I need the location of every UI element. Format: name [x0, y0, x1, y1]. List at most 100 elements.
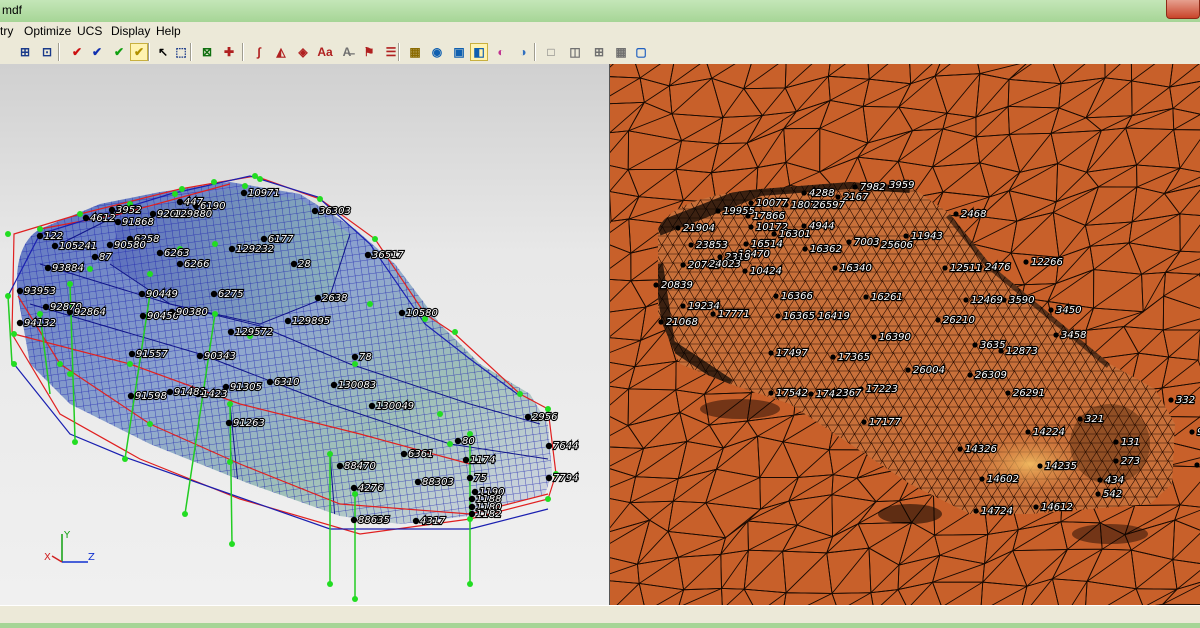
control-node[interactable]	[67, 281, 73, 287]
mesh-node	[139, 312, 147, 320]
text-off-button[interactable]: A̶	[338, 43, 356, 61]
shade-button[interactable]: ◧	[470, 43, 488, 61]
split-vertical-button[interactable]: ◫	[566, 43, 584, 61]
node-label: 16340	[840, 263, 872, 274]
ground-shadow	[700, 399, 780, 419]
flag-tool-button[interactable]: ⚑	[360, 43, 378, 61]
mesh-node	[852, 184, 858, 190]
control-node[interactable]	[179, 186, 185, 192]
control-node[interactable]	[37, 311, 43, 317]
node-label: 16419	[818, 311, 850, 322]
select-box-button[interactable]: ⬚	[172, 43, 190, 61]
color-wheel-button[interactable]: ◐	[492, 43, 510, 61]
camera-button[interactable]: ▣	[450, 43, 468, 61]
shape-tool-button[interactable]: ◈	[294, 43, 312, 61]
control-node[interactable]	[352, 596, 358, 602]
control-node[interactable]	[317, 196, 323, 202]
menu-help[interactable]: Help	[156, 24, 181, 38]
control-node[interactable]	[57, 361, 63, 367]
control-node[interactable]	[77, 211, 83, 217]
node-label: 6266	[184, 259, 209, 270]
mesh-node	[414, 478, 422, 486]
mesh-node	[545, 474, 553, 482]
text-label-button[interactable]: Aa	[316, 43, 334, 61]
control-node[interactable]	[545, 496, 551, 502]
curve-tool-button[interactable]: ∫	[250, 43, 268, 61]
control-node[interactable]	[211, 179, 217, 185]
mesh-node	[1005, 390, 1011, 396]
node-label: 36517	[372, 250, 404, 261]
control-node[interactable]	[257, 176, 263, 182]
control-node[interactable]	[212, 311, 218, 317]
control-node[interactable]	[447, 441, 453, 447]
zoom-window-button[interactable]: ⊡	[38, 43, 56, 61]
mesh-node	[1113, 458, 1119, 464]
control-node[interactable]	[87, 266, 93, 272]
control-node[interactable]	[452, 329, 458, 335]
control-node[interactable]	[67, 371, 73, 377]
mesh-node	[832, 265, 838, 271]
node-label: 91305	[230, 382, 262, 393]
left-viewport[interactable]: 10971 4612 3952 92014 129880 447 6190 36303 122 9…	[0, 64, 609, 605]
control-node[interactable]	[227, 401, 233, 407]
control-node[interactable]	[467, 581, 473, 587]
node-label: 25606	[881, 240, 913, 251]
mesh-button[interactable]: ▦	[406, 43, 424, 61]
menu-ucs[interactable]: UCS	[77, 24, 102, 38]
control-node[interactable]	[122, 456, 128, 462]
check-yellow-button[interactable]: ✔	[130, 43, 148, 61]
control-node[interactable]	[372, 236, 378, 242]
add-point-button[interactable]: ⊠	[198, 43, 216, 61]
control-node[interactable]	[147, 271, 153, 277]
control-node[interactable]	[517, 391, 523, 397]
menu-optimize[interactable]: Optimize	[24, 24, 71, 38]
control-node[interactable]	[352, 361, 358, 367]
view-focus-button[interactable]: ▢	[632, 43, 650, 61]
grid-button[interactable]: ⊞	[16, 43, 34, 61]
check-red-button[interactable]: ✔	[68, 43, 86, 61]
control-node[interactable]	[182, 511, 188, 517]
control-node[interactable]	[229, 541, 235, 547]
add-node-button[interactable]: ✚	[220, 43, 238, 61]
node-label: 4288	[809, 188, 834, 199]
menu-geometry[interactable]: try	[0, 24, 13, 38]
mesh-node	[1037, 463, 1043, 469]
control-node[interactable]	[252, 173, 258, 179]
control-node[interactable]	[127, 361, 133, 367]
check-green-button[interactable]: ✔	[110, 43, 128, 61]
control-node[interactable]	[367, 301, 373, 307]
control-node[interactable]	[11, 361, 17, 367]
mesh-node	[1053, 332, 1059, 338]
control-node[interactable]	[172, 191, 178, 197]
node-label: 12266	[1031, 257, 1063, 268]
control-node[interactable]	[327, 581, 333, 587]
control-node[interactable]	[227, 459, 233, 465]
surface-tool-button[interactable]: ◭	[272, 43, 290, 61]
right-viewport[interactable]: 4288 7982 3959 2167 10077 18079 26597 19955 1786…	[610, 64, 1200, 605]
node-label: 2468	[961, 209, 986, 220]
mesh-node	[51, 242, 59, 250]
control-node[interactable]	[212, 241, 218, 247]
palette-button[interactable]: ◑	[514, 43, 532, 61]
node-label: 14235	[1045, 461, 1077, 472]
control-node[interactable]	[37, 226, 43, 232]
menu-display[interactable]: Display	[111, 24, 150, 38]
close-button[interactable]	[1166, 0, 1200, 19]
mesh-node	[861, 419, 867, 425]
control-node[interactable]	[147, 421, 153, 427]
node-label: 105241	[59, 241, 97, 252]
split-quad-button[interactable]: ⊞	[590, 43, 608, 61]
control-node[interactable]	[437, 411, 443, 417]
mesh-node	[963, 297, 969, 303]
control-node[interactable]	[72, 439, 78, 445]
select-arrow-button[interactable]: ↖	[154, 43, 172, 61]
mesh-node	[138, 290, 146, 298]
control-node[interactable]	[327, 451, 333, 457]
split-grid-button[interactable]: ▦	[612, 43, 630, 61]
render-button[interactable]: ◉	[428, 43, 446, 61]
control-node[interactable]	[5, 293, 11, 299]
check-blue-button[interactable]: ✔	[88, 43, 106, 61]
control-node[interactable]	[11, 331, 17, 337]
single-view-button[interactable]: □	[542, 43, 560, 61]
control-node[interactable]	[5, 231, 11, 237]
